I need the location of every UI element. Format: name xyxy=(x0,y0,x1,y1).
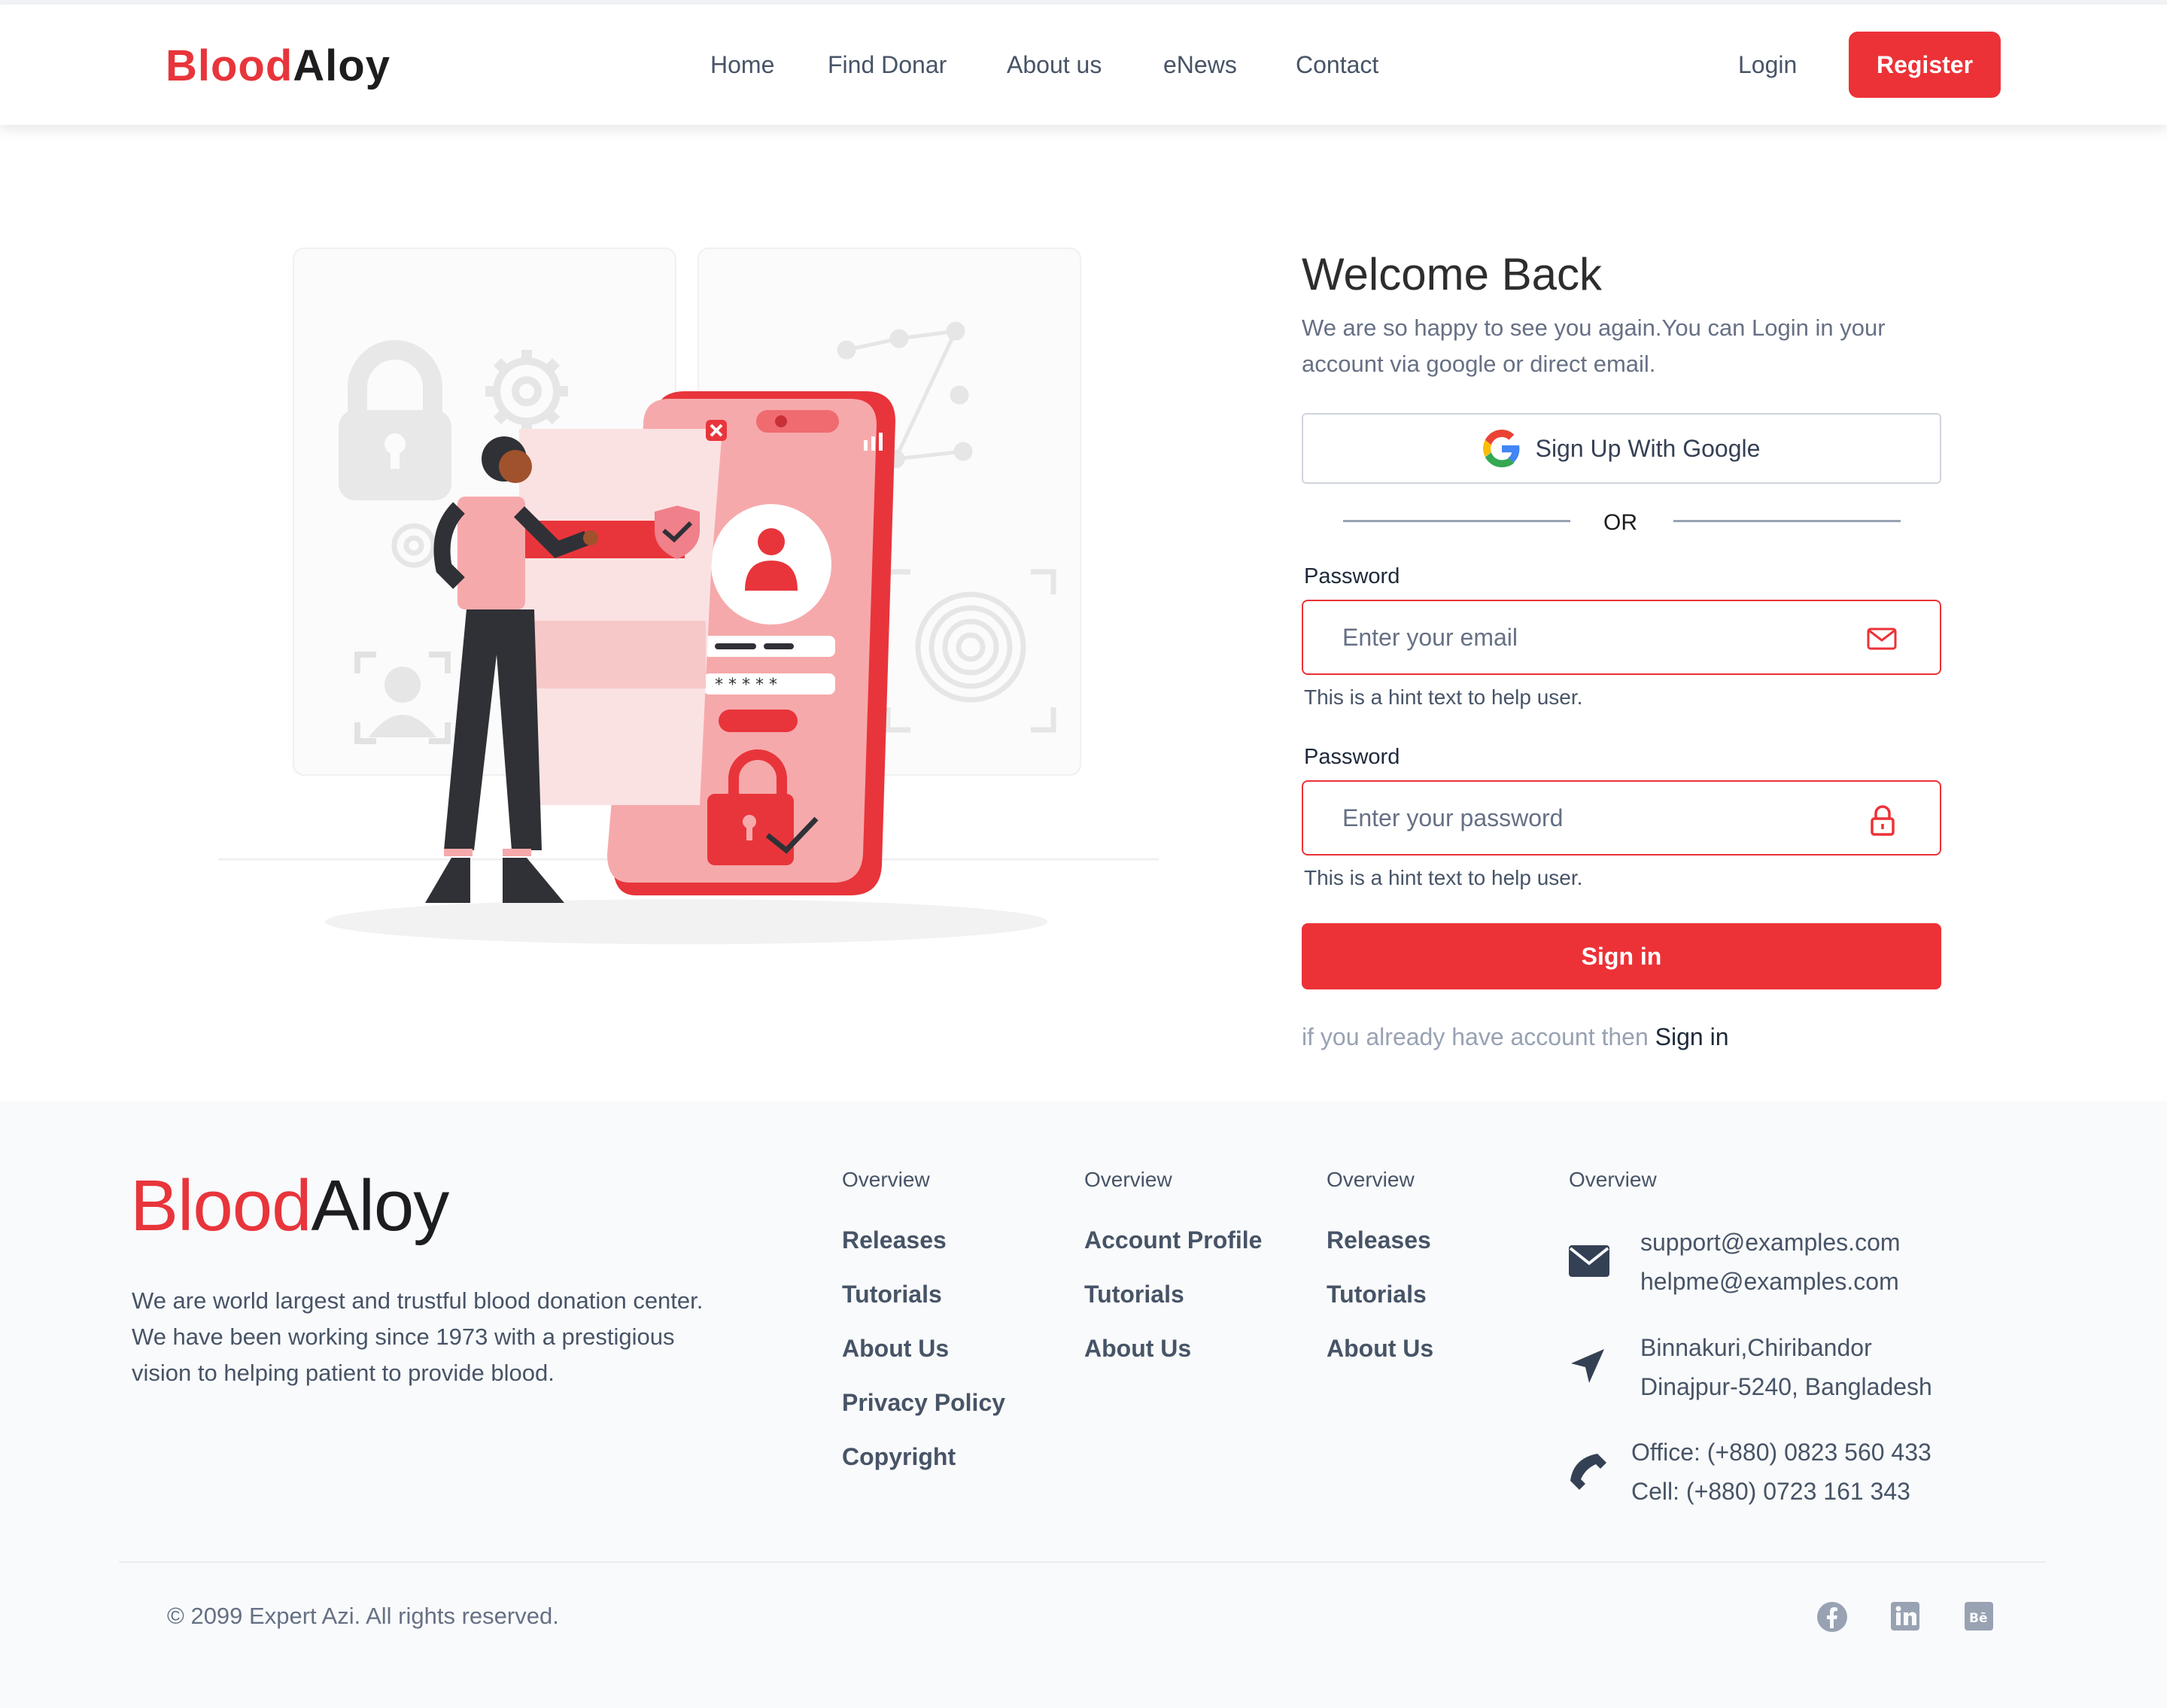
footer-logo[interactable]: BloodAloy xyxy=(130,1165,450,1248)
email-placeholder: Enter your email xyxy=(1342,624,1518,651)
google-signup-button[interactable]: Sign Up With Google xyxy=(1302,413,1941,484)
footer-link-tutorials[interactable]: Tutorials xyxy=(1084,1281,1184,1308)
page-subtitle: We are so happy to see you again.You can… xyxy=(1302,315,1886,377)
footer-col1-heading: Overview xyxy=(842,1168,930,1191)
password-label: Password xyxy=(1304,745,1400,769)
contact-email-2[interactable]: helpme@examples.com xyxy=(1640,1262,1899,1301)
password-field[interactable]: Enter your password xyxy=(1302,780,1941,856)
email-hint: This is a hint text to help user. xyxy=(1304,685,1583,709)
sign-in-button[interactable]: Sign in xyxy=(1302,923,1941,989)
nav-home[interactable]: Home xyxy=(710,51,774,79)
already-account-text: if you already have account then Sign in xyxy=(1302,1023,1728,1051)
behance-icon[interactable]: Bē xyxy=(1964,1601,1994,1631)
footer-link-privacy-policy[interactable]: Privacy Policy xyxy=(842,1389,1005,1417)
phone-icon xyxy=(1570,1454,1606,1490)
footer-link-tutorials[interactable]: Tutorials xyxy=(842,1281,942,1308)
location-arrow-icon xyxy=(1571,1349,1604,1383)
copyright-text: © 2099 Expert Azi. All rights reserved. xyxy=(167,1603,559,1629)
register-button[interactable]: Register xyxy=(1849,32,2001,98)
password-placeholder: Enter your password xyxy=(1342,804,1564,831)
envelope-icon xyxy=(1569,1245,1609,1277)
password-hint: This is a hint text to help user. xyxy=(1304,866,1583,889)
already-account-prefix: if you already have account then xyxy=(1302,1023,1649,1050)
login-link[interactable]: Login xyxy=(1738,51,1797,79)
logo-blood-text: Blood xyxy=(166,41,293,90)
contact-address-line2: Dinajpur-5240, Bangladesh xyxy=(1640,1373,1932,1400)
contact-cell-phone[interactable]: Cell: (+880) 0723 161 343 xyxy=(1631,1472,1910,1511)
footer-link-account-profile[interactable]: Account Profile xyxy=(1084,1226,1262,1254)
footer-about-text: We are world largest and trustful blood … xyxy=(132,1287,704,1386)
header-logo[interactable]: BloodAloy xyxy=(166,41,391,91)
footer-link-releases[interactable]: Releases xyxy=(1327,1226,1431,1254)
email-label: Password xyxy=(1304,564,1400,588)
mail-icon xyxy=(1867,628,1897,650)
sign-in-link[interactable]: Sign in xyxy=(1655,1023,1729,1050)
footer-link-about-us[interactable]: About Us xyxy=(1084,1335,1191,1363)
footer-col3-heading: Overview xyxy=(1327,1168,1415,1191)
footer-logo-blood-text: Blood xyxy=(130,1166,312,1246)
floating-form-panel xyxy=(518,420,727,805)
nav-contact[interactable]: Contact xyxy=(1296,51,1378,79)
footer-link-about-us[interactable]: About Us xyxy=(1327,1335,1433,1363)
svg-text:* * * * *: * * * * * xyxy=(715,676,777,694)
footer-link-copyright[interactable]: Copyright xyxy=(842,1443,956,1471)
footer-link-about-us[interactable]: About Us xyxy=(842,1335,949,1363)
nav-find-donar[interactable]: Find Donar xyxy=(828,51,947,79)
or-divider-text: OR xyxy=(1603,510,1637,535)
lock-icon xyxy=(1871,805,1895,836)
email-field[interactable]: Enter your email xyxy=(1302,600,1941,675)
nav-enews[interactable]: eNews xyxy=(1163,51,1237,79)
site-header: BloodAloy Home Find Donar About us eNews… xyxy=(0,5,2167,125)
ground-shadow xyxy=(325,899,1047,944)
google-icon xyxy=(1482,430,1520,467)
footer-link-tutorials[interactable]: Tutorials xyxy=(1327,1281,1427,1308)
google-button-label: Sign Up With Google xyxy=(1535,434,1761,462)
page-title: Welcome Back xyxy=(1302,249,1603,299)
nav-about-us[interactable]: About us xyxy=(1007,51,1102,79)
contact-address-line1: Binnakuri,Chiribandor xyxy=(1640,1334,1872,1361)
svg-text:Bē: Bē xyxy=(1969,1611,1988,1626)
contact-email-1[interactable]: support@examples.com xyxy=(1640,1223,1901,1262)
divider-right xyxy=(1673,520,1901,522)
footer-link-releases[interactable]: Releases xyxy=(842,1226,947,1254)
footer-contact-heading: Overview xyxy=(1569,1168,1657,1191)
login-security-illustration: * * * * * xyxy=(218,248,1159,944)
facebook-icon[interactable] xyxy=(1816,1601,1848,1633)
logo-aloy-text: Aloy xyxy=(293,41,391,90)
linkedin-icon[interactable] xyxy=(1890,1601,1920,1631)
footer-divider xyxy=(119,1561,2045,1563)
contact-office-phone[interactable]: Office: (+880) 0823 560 433 xyxy=(1631,1433,1931,1472)
footer-col2-heading: Overview xyxy=(1084,1168,1172,1191)
footer-logo-aloy-text: Aloy xyxy=(311,1166,450,1246)
divider-left xyxy=(1343,520,1570,522)
